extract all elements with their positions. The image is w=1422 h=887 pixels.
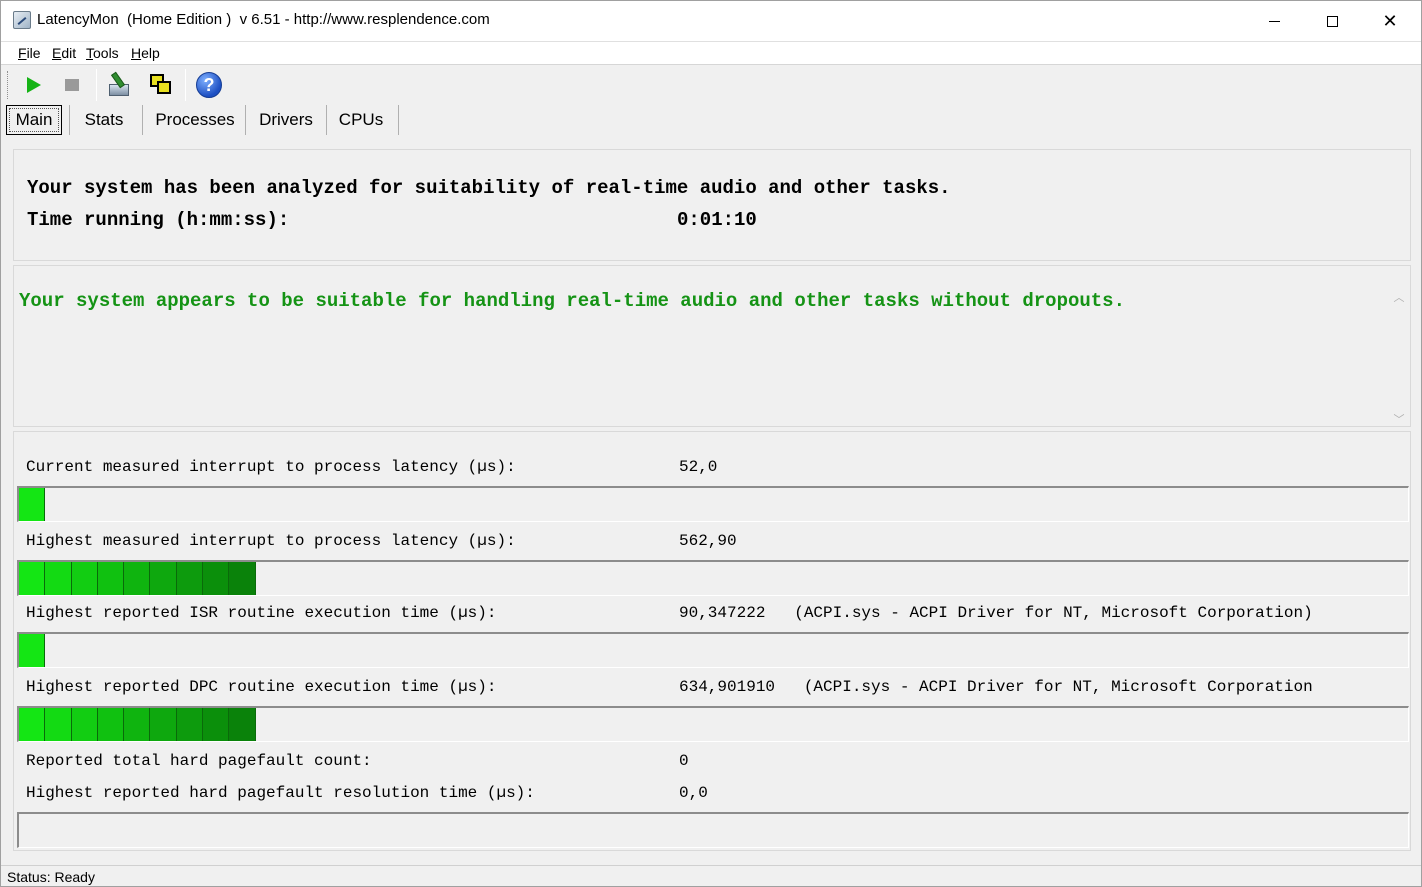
tab-separator xyxy=(326,105,327,135)
bar-segment xyxy=(71,562,98,595)
tab-separator xyxy=(69,105,70,135)
bar-segment xyxy=(97,708,125,741)
bar-segment xyxy=(176,562,204,595)
bar-segment xyxy=(45,708,72,741)
highest-latency-bar-fill xyxy=(19,562,256,595)
scroll-up-icon[interactable]: ︿ xyxy=(1392,290,1406,305)
minimize-icon xyxy=(1268,20,1280,22)
dpc-time-bar xyxy=(17,706,1409,742)
toolbar-separator xyxy=(185,69,186,101)
bar-segment xyxy=(19,488,46,521)
analysis-summary-text: Your system has been analyzed for suitab… xyxy=(27,177,951,199)
play-icon xyxy=(27,77,41,93)
menu-help[interactable]: Help xyxy=(131,45,160,61)
current-latency-value: 52,0 xyxy=(679,458,718,476)
menu-tools[interactable]: Tools xyxy=(86,45,119,61)
status-text: Status: Ready xyxy=(7,869,95,885)
pagefault-count-label: Reported total hard pagefault count: xyxy=(26,752,372,770)
isr-time-bar xyxy=(17,632,1409,668)
highest-latency-value: 562,90 xyxy=(679,532,737,550)
bar-segment xyxy=(229,708,256,741)
maximize-icon xyxy=(1326,15,1338,27)
windows-icon xyxy=(148,72,174,98)
help-button[interactable]: ? xyxy=(194,70,224,100)
tab-stats[interactable]: Stats xyxy=(73,105,135,135)
bar-segment xyxy=(203,562,230,595)
time-running-label: Time running (h:mm:ss): xyxy=(27,209,290,231)
maximize-button[interactable] xyxy=(1303,1,1361,41)
bar-segment xyxy=(45,562,72,595)
pagefault-time-bar xyxy=(17,812,1409,848)
tab-cpus[interactable]: CPUs xyxy=(331,105,391,135)
scroll-down-icon[interactable]: ﹀ xyxy=(1392,412,1406,427)
tab-strip: Main Stats Processes Drivers CPUs xyxy=(1,103,1421,137)
highest-latency-label: Highest measured interrupt to process la… xyxy=(26,532,516,550)
current-latency-label: Current measured interrupt to process la… xyxy=(26,458,516,476)
menu-file[interactable]: File xyxy=(18,45,41,61)
stop-monitor-button[interactable] xyxy=(57,70,87,100)
close-button[interactable]: ✕ xyxy=(1361,1,1419,41)
tab-separator xyxy=(142,105,143,135)
current-latency-bar xyxy=(17,486,1409,522)
menu-edit[interactable]: Edit xyxy=(52,45,76,61)
toolbar: ? xyxy=(1,65,1421,103)
tab-separator xyxy=(398,105,399,135)
pagefault-count-value: 0 xyxy=(679,752,689,770)
pagefault-time-label: Highest reported hard pagefault resoluti… xyxy=(26,784,535,802)
verdict-scrollbar[interactable]: ︿ ﹀ xyxy=(1388,286,1410,427)
bar-segment xyxy=(203,708,230,741)
pagefault-time-value: 0,0 xyxy=(679,784,708,802)
menu-bar: File Edit Tools Help xyxy=(1,41,1421,65)
tab-main[interactable]: Main xyxy=(6,105,62,135)
dpc-time-label: Highest reported DPC routine execution t… xyxy=(26,678,497,696)
window-title: LatencyMon (Home Edition ) v 6.51 - http… xyxy=(37,11,490,28)
summary-panel: Your system has been analyzed for suitab… xyxy=(13,149,1411,261)
bar-segment xyxy=(124,708,151,741)
latencymon-window: LatencyMon (Home Edition ) v 6.51 - http… xyxy=(0,0,1422,887)
bar-segment xyxy=(19,708,46,741)
toolbar-separator xyxy=(96,69,97,101)
bar-segment xyxy=(19,634,46,667)
bar-segment xyxy=(19,562,46,595)
tools-icon xyxy=(107,71,133,98)
dpc-time-value: 634,901910 (ACPI.sys - ACPI Driver for N… xyxy=(679,678,1313,696)
verdict-panel[interactable]: Your system appears to be suitable for h… xyxy=(13,265,1411,427)
isr-time-value: 90,347222 (ACPI.sys - ACPI Driver for NT… xyxy=(679,604,1313,622)
bar-segment xyxy=(97,562,125,595)
current-latency-bar-fill xyxy=(19,488,46,521)
close-icon: ✕ xyxy=(1382,10,1398,31)
tools-button[interactable] xyxy=(105,70,135,100)
dpc-time-bar-fill xyxy=(19,708,256,741)
bar-segment xyxy=(124,562,151,595)
toolbar-grip[interactable] xyxy=(7,71,10,99)
tab-processes[interactable]: Processes xyxy=(149,105,241,135)
stop-icon xyxy=(65,79,79,91)
isr-time-bar-fill xyxy=(19,634,46,667)
bar-segment xyxy=(176,708,204,741)
bar-segment xyxy=(150,708,177,741)
status-bar: Status: Ready xyxy=(1,865,1421,886)
highest-latency-bar xyxy=(17,560,1409,596)
metrics-panel: Current measured interrupt to process la… xyxy=(13,431,1411,851)
latencymon-app-icon[interactable] xyxy=(13,11,31,29)
bar-segment xyxy=(229,562,256,595)
bar-segment xyxy=(150,562,177,595)
start-monitor-button[interactable] xyxy=(19,70,49,100)
isr-time-label: Highest reported ISR routine execution t… xyxy=(26,604,497,622)
verdict-message: Your system appears to be suitable for h… xyxy=(19,290,1125,312)
tab-drivers[interactable]: Drivers xyxy=(251,105,321,135)
help-icon: ? xyxy=(196,72,222,98)
bar-segment xyxy=(71,708,98,741)
minimize-button[interactable] xyxy=(1245,1,1303,41)
title-bar[interactable]: LatencyMon (Home Edition ) v 6.51 - http… xyxy=(1,1,1421,41)
time-running-value: 0:01:10 xyxy=(677,209,757,231)
tab-separator xyxy=(245,105,246,135)
windows-button[interactable] xyxy=(146,70,176,100)
